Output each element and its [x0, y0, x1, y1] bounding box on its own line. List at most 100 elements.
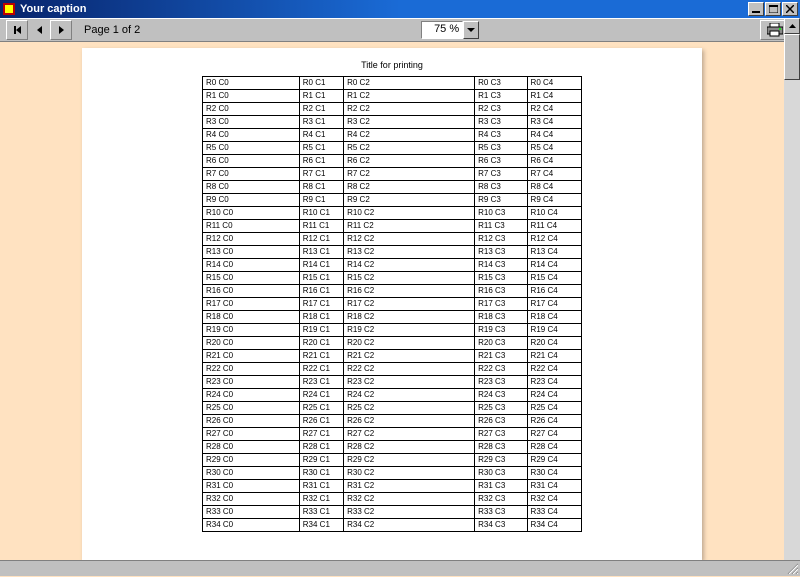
table-row: R31 C0R31 C1R31 C2R31 C3R31 C4	[203, 480, 582, 493]
table-cell: R33 C1	[299, 506, 343, 519]
table-cell: R29 C3	[475, 454, 527, 467]
table-cell: R13 C0	[203, 246, 300, 259]
table-cell: R23 C4	[527, 376, 581, 389]
report-page: Title for printing R0 C0R0 C1R0 C2R0 C3R…	[82, 48, 702, 560]
table-cell: R28 C1	[299, 441, 343, 454]
table-row: R15 C0R15 C1R15 C2R15 C3R15 C4	[203, 272, 582, 285]
table-cell: R20 C1	[299, 337, 343, 350]
table-cell: R13 C3	[475, 246, 527, 259]
table-cell: R22 C2	[344, 363, 475, 376]
table-cell: R27 C4	[527, 428, 581, 441]
table-cell: R19 C2	[344, 324, 475, 337]
report-title: Title for printing	[82, 48, 702, 76]
table-cell: R0 C3	[475, 77, 527, 90]
table-cell: R20 C4	[527, 337, 581, 350]
table-cell: R3 C1	[299, 116, 343, 129]
table-row: R29 C0R29 C1R29 C2R29 C3R29 C4	[203, 454, 582, 467]
table-cell: R29 C4	[527, 454, 581, 467]
table-cell: R11 C0	[203, 220, 300, 233]
table-cell: R6 C1	[299, 155, 343, 168]
table-cell: R26 C3	[475, 415, 527, 428]
table-cell: R16 C4	[527, 285, 581, 298]
table-cell: R20 C2	[344, 337, 475, 350]
table-row: R22 C0R22 C1R22 C2R22 C3R22 C4	[203, 363, 582, 376]
table-cell: R25 C1	[299, 402, 343, 415]
table-cell: R31 C2	[344, 480, 475, 493]
table-cell: R34 C1	[299, 519, 343, 532]
table-cell: R5 C0	[203, 142, 300, 155]
table-cell: R4 C4	[527, 129, 581, 142]
table-row: R7 C0R7 C1R7 C2R7 C3R7 C4	[203, 168, 582, 181]
scroll-up-button[interactable]	[784, 18, 800, 34]
table-cell: R10 C3	[475, 207, 527, 220]
table-cell: R34 C2	[344, 519, 475, 532]
table-cell: R2 C4	[527, 103, 581, 116]
table-cell: R16 C0	[203, 285, 300, 298]
zoom-value[interactable]: 75 %	[421, 21, 463, 39]
table-row: R34 C0R34 C1R34 C2R34 C3R34 C4	[203, 519, 582, 532]
next-page-button[interactable]	[50, 20, 72, 40]
table-cell: R6 C2	[344, 155, 475, 168]
prev-page-button[interactable]	[28, 20, 50, 40]
table-row: R20 C0R20 C1R20 C2R20 C3R20 C4	[203, 337, 582, 350]
first-page-button[interactable]	[6, 20, 28, 40]
zoom-select[interactable]: 75 %	[421, 21, 479, 39]
table-cell: R28 C2	[344, 441, 475, 454]
close-button[interactable]	[782, 2, 798, 16]
table-cell: R7 C4	[527, 168, 581, 181]
table-cell: R13 C2	[344, 246, 475, 259]
table-row: R1 C0R1 C1R1 C2R1 C3R1 C4	[203, 90, 582, 103]
table-cell: R12 C2	[344, 233, 475, 246]
scroll-thumb[interactable]	[784, 34, 800, 80]
table-cell: R20 C3	[475, 337, 527, 350]
zoom-dropdown-button[interactable]	[463, 21, 479, 39]
table-cell: R4 C2	[344, 129, 475, 142]
table-cell: R8 C1	[299, 181, 343, 194]
table-cell: R2 C2	[344, 103, 475, 116]
table-cell: R25 C4	[527, 402, 581, 415]
table-cell: R8 C4	[527, 181, 581, 194]
table-cell: R24 C1	[299, 389, 343, 402]
table-cell: R8 C3	[475, 181, 527, 194]
scroll-track[interactable]	[784, 34, 800, 560]
status-bar	[0, 560, 800, 576]
vertical-scrollbar[interactable]	[784, 18, 800, 576]
table-row: R27 C0R27 C1R27 C2R27 C3R27 C4	[203, 428, 582, 441]
table-cell: R33 C4	[527, 506, 581, 519]
table-cell: R21 C3	[475, 350, 527, 363]
table-cell: R33 C0	[203, 506, 300, 519]
table-cell: R17 C4	[527, 298, 581, 311]
table-cell: R25 C3	[475, 402, 527, 415]
table-cell: R23 C2	[344, 376, 475, 389]
maximize-button[interactable]	[765, 2, 781, 16]
table-cell: R32 C2	[344, 493, 475, 506]
table-cell: R3 C0	[203, 116, 300, 129]
table-cell: R4 C3	[475, 129, 527, 142]
table-cell: R19 C3	[475, 324, 527, 337]
table-cell: R11 C2	[344, 220, 475, 233]
table-cell: R1 C2	[344, 90, 475, 103]
table-cell: R9 C3	[475, 194, 527, 207]
window-buttons	[747, 2, 798, 16]
table-cell: R10 C0	[203, 207, 300, 220]
table-cell: R10 C2	[344, 207, 475, 220]
table-cell: R6 C4	[527, 155, 581, 168]
table-row: R8 C0R8 C1R8 C2R8 C3R8 C4	[203, 181, 582, 194]
table-cell: R3 C2	[344, 116, 475, 129]
table-cell: R7 C3	[475, 168, 527, 181]
table-cell: R23 C1	[299, 376, 343, 389]
minimize-button[interactable]	[748, 2, 764, 16]
table-cell: R2 C1	[299, 103, 343, 116]
page-indicator: Page 1 of 2	[84, 24, 140, 36]
table-cell: R27 C0	[203, 428, 300, 441]
table-cell: R26 C0	[203, 415, 300, 428]
table-cell: R3 C4	[527, 116, 581, 129]
resize-grip[interactable]	[786, 562, 798, 574]
table-row: R6 C0R6 C1R6 C2R6 C3R6 C4	[203, 155, 582, 168]
table-cell: R16 C3	[475, 285, 527, 298]
table-cell: R15 C2	[344, 272, 475, 285]
table-cell: R6 C0	[203, 155, 300, 168]
data-table: R0 C0R0 C1R0 C2R0 C3R0 C4R1 C0R1 C1R1 C2…	[202, 76, 582, 532]
table-cell: R22 C1	[299, 363, 343, 376]
table-cell: R15 C4	[527, 272, 581, 285]
